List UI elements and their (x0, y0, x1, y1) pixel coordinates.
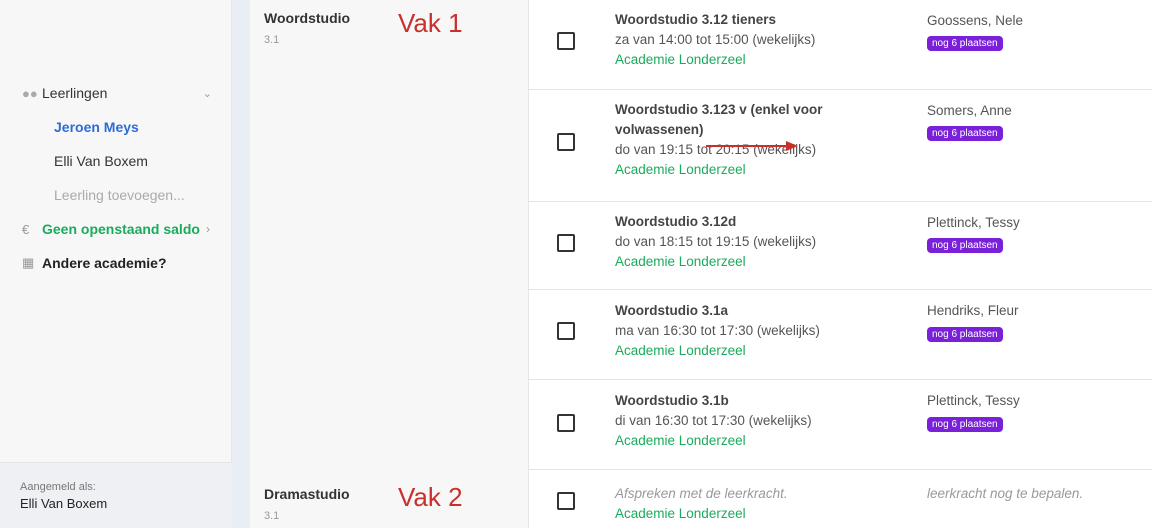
other-academy-label: Andere academie? (42, 255, 167, 271)
course-row: Afspreken met de leerkracht. Academie Lo… (529, 470, 1152, 528)
course-teacher-note: leerkracht nog te bepalen. (927, 486, 1084, 501)
group-subtitle: 3.1 (264, 34, 280, 46)
course-checkbox[interactable] (557, 414, 575, 432)
add-student-link[interactable]: Leerling toevoegen... (0, 178, 232, 212)
building-icon: ▦ (22, 255, 35, 270)
course-info: Woordstudio 3.1a ma van 16:30 tot 17:30 … (615, 301, 885, 361)
group-cell: Dramastudio 3.1 Vak 2 (250, 470, 529, 528)
course-title: Woordstudio 3.123 v (enkel voor (615, 102, 823, 117)
divider-strip (232, 0, 250, 528)
course-academy: Academie Londerzeel (615, 162, 746, 177)
course-teacher: Goossens, Nele (927, 13, 1024, 28)
sidebar-nav: ●● Leerlingen ⌄ Jeroen Meys Elli Van Box… (0, 76, 232, 280)
course-info: Woordstudio 3.1b di van 16:30 tot 17:30 … (615, 391, 885, 451)
course-row: Woordstudio 3.12 tieners za van 14:00 to… (529, 0, 1152, 90)
group-cell: Woordstudio 3.1 Vak 1 (250, 0, 529, 470)
course-title: Woordstudio 3.12 tieners (615, 12, 777, 27)
course-schedule: za van 14:00 tot 15:00 (wekelijks) (615, 32, 816, 47)
course-title-continued: volwassenen) (615, 122, 704, 137)
group-subtitle: 3.1 (264, 510, 280, 522)
availability-badge: nog 6 plaatsen (927, 126, 1003, 141)
course-info: Afspreken met de leerkracht. Academie Lo… (615, 484, 885, 524)
sidebar-item-label: Leerlingen (42, 85, 108, 101)
course-info: Woordstudio 3.12 tieners za van 14:00 to… (615, 10, 885, 70)
course-academy: Academie Londerzeel (615, 433, 746, 448)
course-teacher: Plettinck, Tessy (927, 393, 1020, 408)
course-checkbox[interactable] (557, 234, 575, 252)
chevron-down-icon[interactable]: ⌄ (203, 87, 212, 100)
balance-link[interactable]: € Geen openstaand saldo › (0, 212, 232, 246)
other-academy-link[interactable]: ▦ Andere academie? (0, 246, 232, 280)
course-teacher: Plettinck, Tessy (927, 215, 1020, 230)
course-checkbox[interactable] (557, 322, 575, 340)
course-schedule-note: Afspreken met de leerkracht. (615, 486, 788, 501)
course-checkbox[interactable] (557, 32, 575, 50)
course-title: Woordstudio 3.1b (615, 393, 729, 408)
course-title: Woordstudio 3.12d (615, 214, 737, 229)
sidebar: ●● Leerlingen ⌄ Jeroen Meys Elli Van Box… (0, 0, 232, 528)
availability-badge: nog 6 plaatsen (927, 238, 1003, 253)
group-title: Dramastudio (264, 486, 350, 502)
course-row: Woordstudio 3.12d do van 18:15 tot 19:15… (529, 202, 1152, 290)
course-info: Woordstudio 3.12d do van 18:15 tot 19:15… (615, 212, 885, 272)
course-schedule: ma van 16:30 tot 17:30 (wekelijks) (615, 323, 820, 338)
course-row: Woordstudio 3.1b di van 16:30 tot 17:30 … (529, 380, 1152, 470)
course-teacher: Somers, Anne (927, 103, 1012, 118)
logged-in-user: Elli Van Boxem (20, 496, 108, 511)
course-checkbox[interactable] (557, 492, 575, 510)
course-academy: Academie Londerzeel (615, 52, 746, 67)
course-academy: Academie Londerzeel (615, 506, 746, 521)
course-row: Woordstudio 3.1a ma van 16:30 tot 17:30 … (529, 290, 1152, 380)
course-schedule: di van 16:30 tot 17:30 (wekelijks) (615, 413, 812, 428)
availability-badge: nog 6 plaatsen (927, 327, 1003, 342)
people-icon: ●● (22, 85, 38, 101)
sidebar-item-student[interactable]: Elli Van Boxem (0, 144, 232, 178)
student-name: Elli Van Boxem (54, 153, 148, 169)
course-row: Woordstudio 3.123 v (enkel voor volwasse… (529, 90, 1152, 202)
euro-icon: € (22, 221, 30, 237)
course-academy: Academie Londerzeel (615, 343, 746, 358)
availability-badge: nog 6 plaatsen (927, 417, 1003, 432)
course-schedule: do van 18:15 tot 19:15 (wekelijks) (615, 234, 817, 249)
annotation-label: Vak 2 (398, 482, 463, 512)
course-title: Woordstudio 3.1a (615, 303, 729, 318)
sidebar-footer: Aangemeld als: Elli Van Boxem (0, 462, 232, 528)
balance-label: Geen openstaand saldo (42, 221, 200, 237)
chevron-right-icon: › (205, 222, 210, 236)
student-name: Jeroen Meys (54, 119, 139, 135)
course-academy: Academie Londerzeel (615, 254, 746, 269)
group-title: Woordstudio (264, 10, 351, 26)
sidebar-item-students[interactable]: ●● Leerlingen ⌄ (0, 76, 232, 110)
add-student-label: Leerling toevoegen... (54, 187, 185, 203)
course-list: Woordstudio 3.1 Vak 1 Woordstudio 3.12 t… (250, 0, 1152, 528)
availability-badge: nog 6 plaatsen (927, 36, 1003, 51)
course-teacher: Hendriks, Fleur (927, 303, 1019, 318)
course-checkbox[interactable] (557, 133, 575, 151)
sidebar-item-student[interactable]: Jeroen Meys (0, 110, 232, 144)
logged-in-caption: Aangemeld als: (20, 481, 96, 493)
annotation-label: Vak 1 (398, 8, 463, 38)
annotation-arrow-icon (706, 141, 798, 151)
